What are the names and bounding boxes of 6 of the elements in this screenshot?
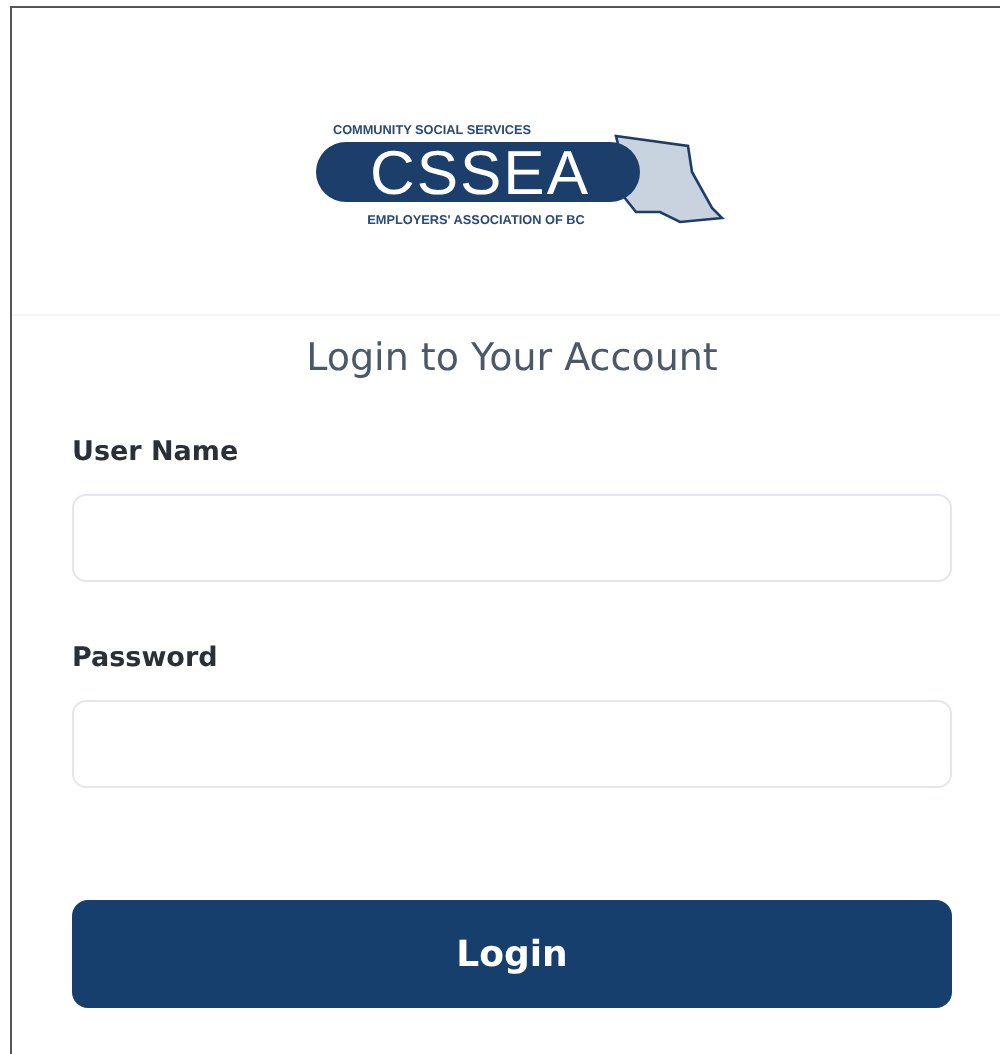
login-title: Login to Your Account [304,334,720,380]
input-field[interactable] [72,494,952,582]
input-field[interactable] [72,700,952,788]
field-label: Password [72,642,218,674]
field-label: User Name [72,436,239,468]
login-button[interactable]: Login [72,900,952,1008]
